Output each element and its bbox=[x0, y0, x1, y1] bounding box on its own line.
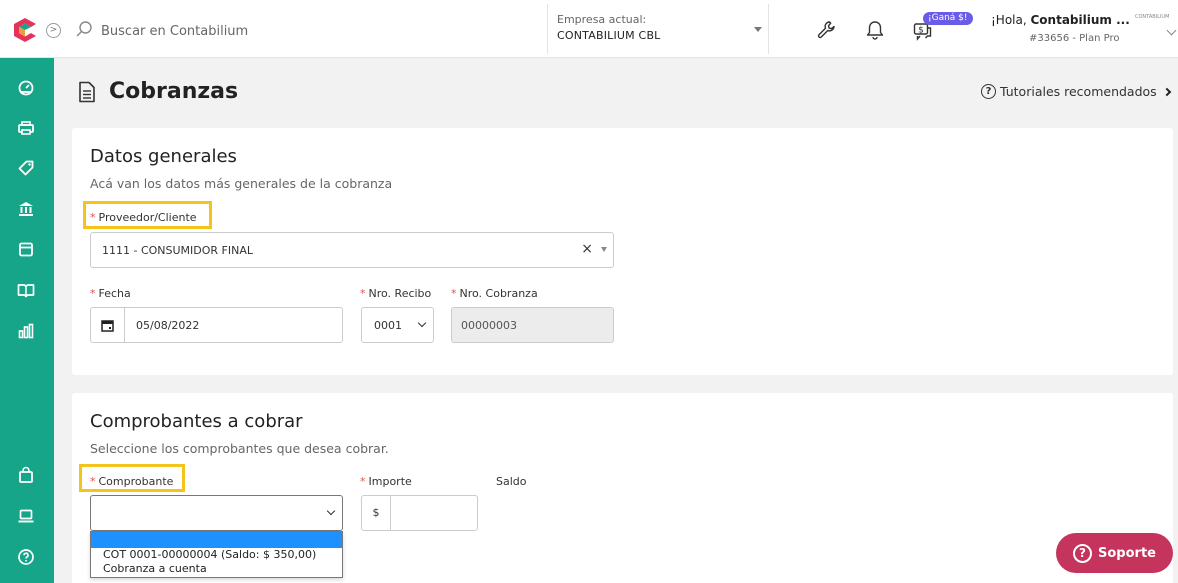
datos-generales-subtitle: Acá van los datos más generales de la co… bbox=[90, 176, 393, 191]
search-input[interactable] bbox=[101, 22, 401, 40]
nro-cobranza-value: 00000003 bbox=[461, 319, 517, 332]
chevron-down-icon bbox=[417, 318, 427, 328]
chevron-down-icon[interactable] bbox=[1166, 25, 1177, 36]
importe-input[interactable]: $ bbox=[361, 495, 478, 531]
tutorials-link[interactable]: ? Tutoriales recomendados bbox=[981, 84, 1171, 99]
option-cobranza-a-cuenta[interactable]: Cobranza a cuenta bbox=[91, 562, 342, 576]
user-greeting[interactable]: ¡Hola, Contabilium ... bbox=[991, 13, 1130, 27]
fecha-input[interactable]: 05/08/2022 bbox=[90, 307, 343, 343]
comprobante-options: COT 0001-00000004 (Saldo: $ 350,00) Cobr… bbox=[90, 531, 343, 578]
top-bar: > Empresa actual: CONTABILIUM CBL $ ¡Gan… bbox=[0, 0, 1178, 58]
tag-icon[interactable] bbox=[15, 157, 37, 179]
bell-icon[interactable] bbox=[864, 19, 886, 41]
fecha-label: * Fecha bbox=[90, 287, 131, 300]
saldo-label: Saldo bbox=[496, 475, 527, 488]
book-icon[interactable] bbox=[15, 279, 37, 301]
nro-recibo-select[interactable]: 0001 bbox=[361, 307, 434, 343]
document-icon bbox=[79, 81, 95, 103]
importe-label: * Importe bbox=[360, 475, 412, 488]
datos-generales-card: Datos generales Acá van los datos más ge… bbox=[72, 128, 1173, 375]
proveedor-label-text: Proveedor/Cliente bbox=[98, 211, 197, 224]
collapse-sidebar-icon[interactable]: > bbox=[46, 23, 61, 38]
page-title: Cobranzas bbox=[109, 79, 239, 104]
nro-recibo-label-text: Nro. Recibo bbox=[368, 287, 432, 300]
printer-icon[interactable] bbox=[15, 117, 37, 139]
greeting-prefix: ¡Hola, bbox=[991, 13, 1031, 27]
chevron-down-icon bbox=[326, 506, 336, 516]
contabilium-logo[interactable] bbox=[12, 17, 38, 43]
comprobante-label: * Comprobante bbox=[90, 475, 174, 488]
nro-cobranza-label: * Nro. Cobranza bbox=[451, 287, 538, 300]
svg-text:$: $ bbox=[918, 26, 924, 36]
proveedor-value: 1111 - CONSUMIDOR FINAL bbox=[102, 244, 254, 257]
option-cot[interactable]: COT 0001-00000004 (Saldo: $ 350,00) bbox=[91, 548, 342, 562]
comprobantes-title: Comprobantes a cobrar bbox=[90, 411, 303, 432]
company-label: Empresa actual: bbox=[557, 13, 647, 26]
wrench-icon[interactable] bbox=[815, 19, 837, 41]
calendar-icon[interactable] bbox=[15, 238, 37, 260]
bank-icon[interactable] bbox=[15, 198, 37, 220]
comprobantes-subtitle: Seleccione los comprobantes que desea co… bbox=[90, 441, 389, 456]
fecha-label-text: Fecha bbox=[98, 287, 131, 300]
comprobante-select[interactable] bbox=[90, 495, 343, 531]
bar-chart-icon[interactable] bbox=[15, 320, 37, 342]
shopping-bag-icon[interactable] bbox=[15, 464, 37, 486]
proveedor-select[interactable]: 1111 - CONSUMIDOR FINAL × bbox=[90, 232, 614, 268]
importe-label-text: Importe bbox=[368, 475, 412, 488]
proveedor-label: * Proveedor/Cliente bbox=[90, 211, 197, 224]
nro-recibo-value: 0001 bbox=[374, 319, 402, 332]
support-label: Soporte bbox=[1098, 545, 1156, 561]
tutorials-label: Tutoriales recomendados bbox=[1000, 84, 1157, 99]
question-icon: ? bbox=[981, 84, 996, 99]
fecha-value: 05/08/2022 bbox=[136, 319, 200, 332]
option-empty-selected[interactable] bbox=[91, 532, 342, 548]
nro-recibo-label: * Nro. Recibo bbox=[360, 287, 432, 300]
brand-mini-logo: CONTABILIUM bbox=[1135, 14, 1170, 20]
search-icon bbox=[76, 21, 92, 37]
nro-cobranza-label-text: Nro. Cobranza bbox=[459, 287, 538, 300]
promo-badge[interactable]: ¡Ganá $! bbox=[923, 12, 973, 25]
caret-down-icon bbox=[601, 247, 607, 252]
question-icon: ? bbox=[1073, 543, 1092, 563]
currency-prefix: $ bbox=[362, 496, 391, 530]
clear-icon[interactable]: × bbox=[581, 241, 593, 257]
datos-generales-title: Datos generales bbox=[90, 146, 237, 167]
comprobante-label-text: Comprobante bbox=[98, 475, 174, 488]
company-selector[interactable]: Empresa actual: CONTABILIUM CBL bbox=[547, 4, 769, 54]
user-name: Contabilium ... bbox=[1030, 13, 1130, 27]
caret-down-icon bbox=[754, 27, 762, 32]
dashboard-icon[interactable] bbox=[15, 76, 37, 98]
company-value: CONTABILIUM CBL bbox=[557, 29, 661, 42]
chevron-right-icon bbox=[1162, 87, 1171, 96]
laptop-icon[interactable] bbox=[15, 505, 37, 527]
account-plan: #33656 - Plan Pro bbox=[1029, 33, 1120, 44]
support-button[interactable]: ? Soporte bbox=[1056, 533, 1173, 573]
nro-cobranza-input[interactable]: 00000003 bbox=[451, 307, 614, 343]
help-icon[interactable] bbox=[15, 546, 37, 568]
calendar-icon[interactable] bbox=[91, 308, 125, 342]
sidebar bbox=[0, 58, 54, 583]
